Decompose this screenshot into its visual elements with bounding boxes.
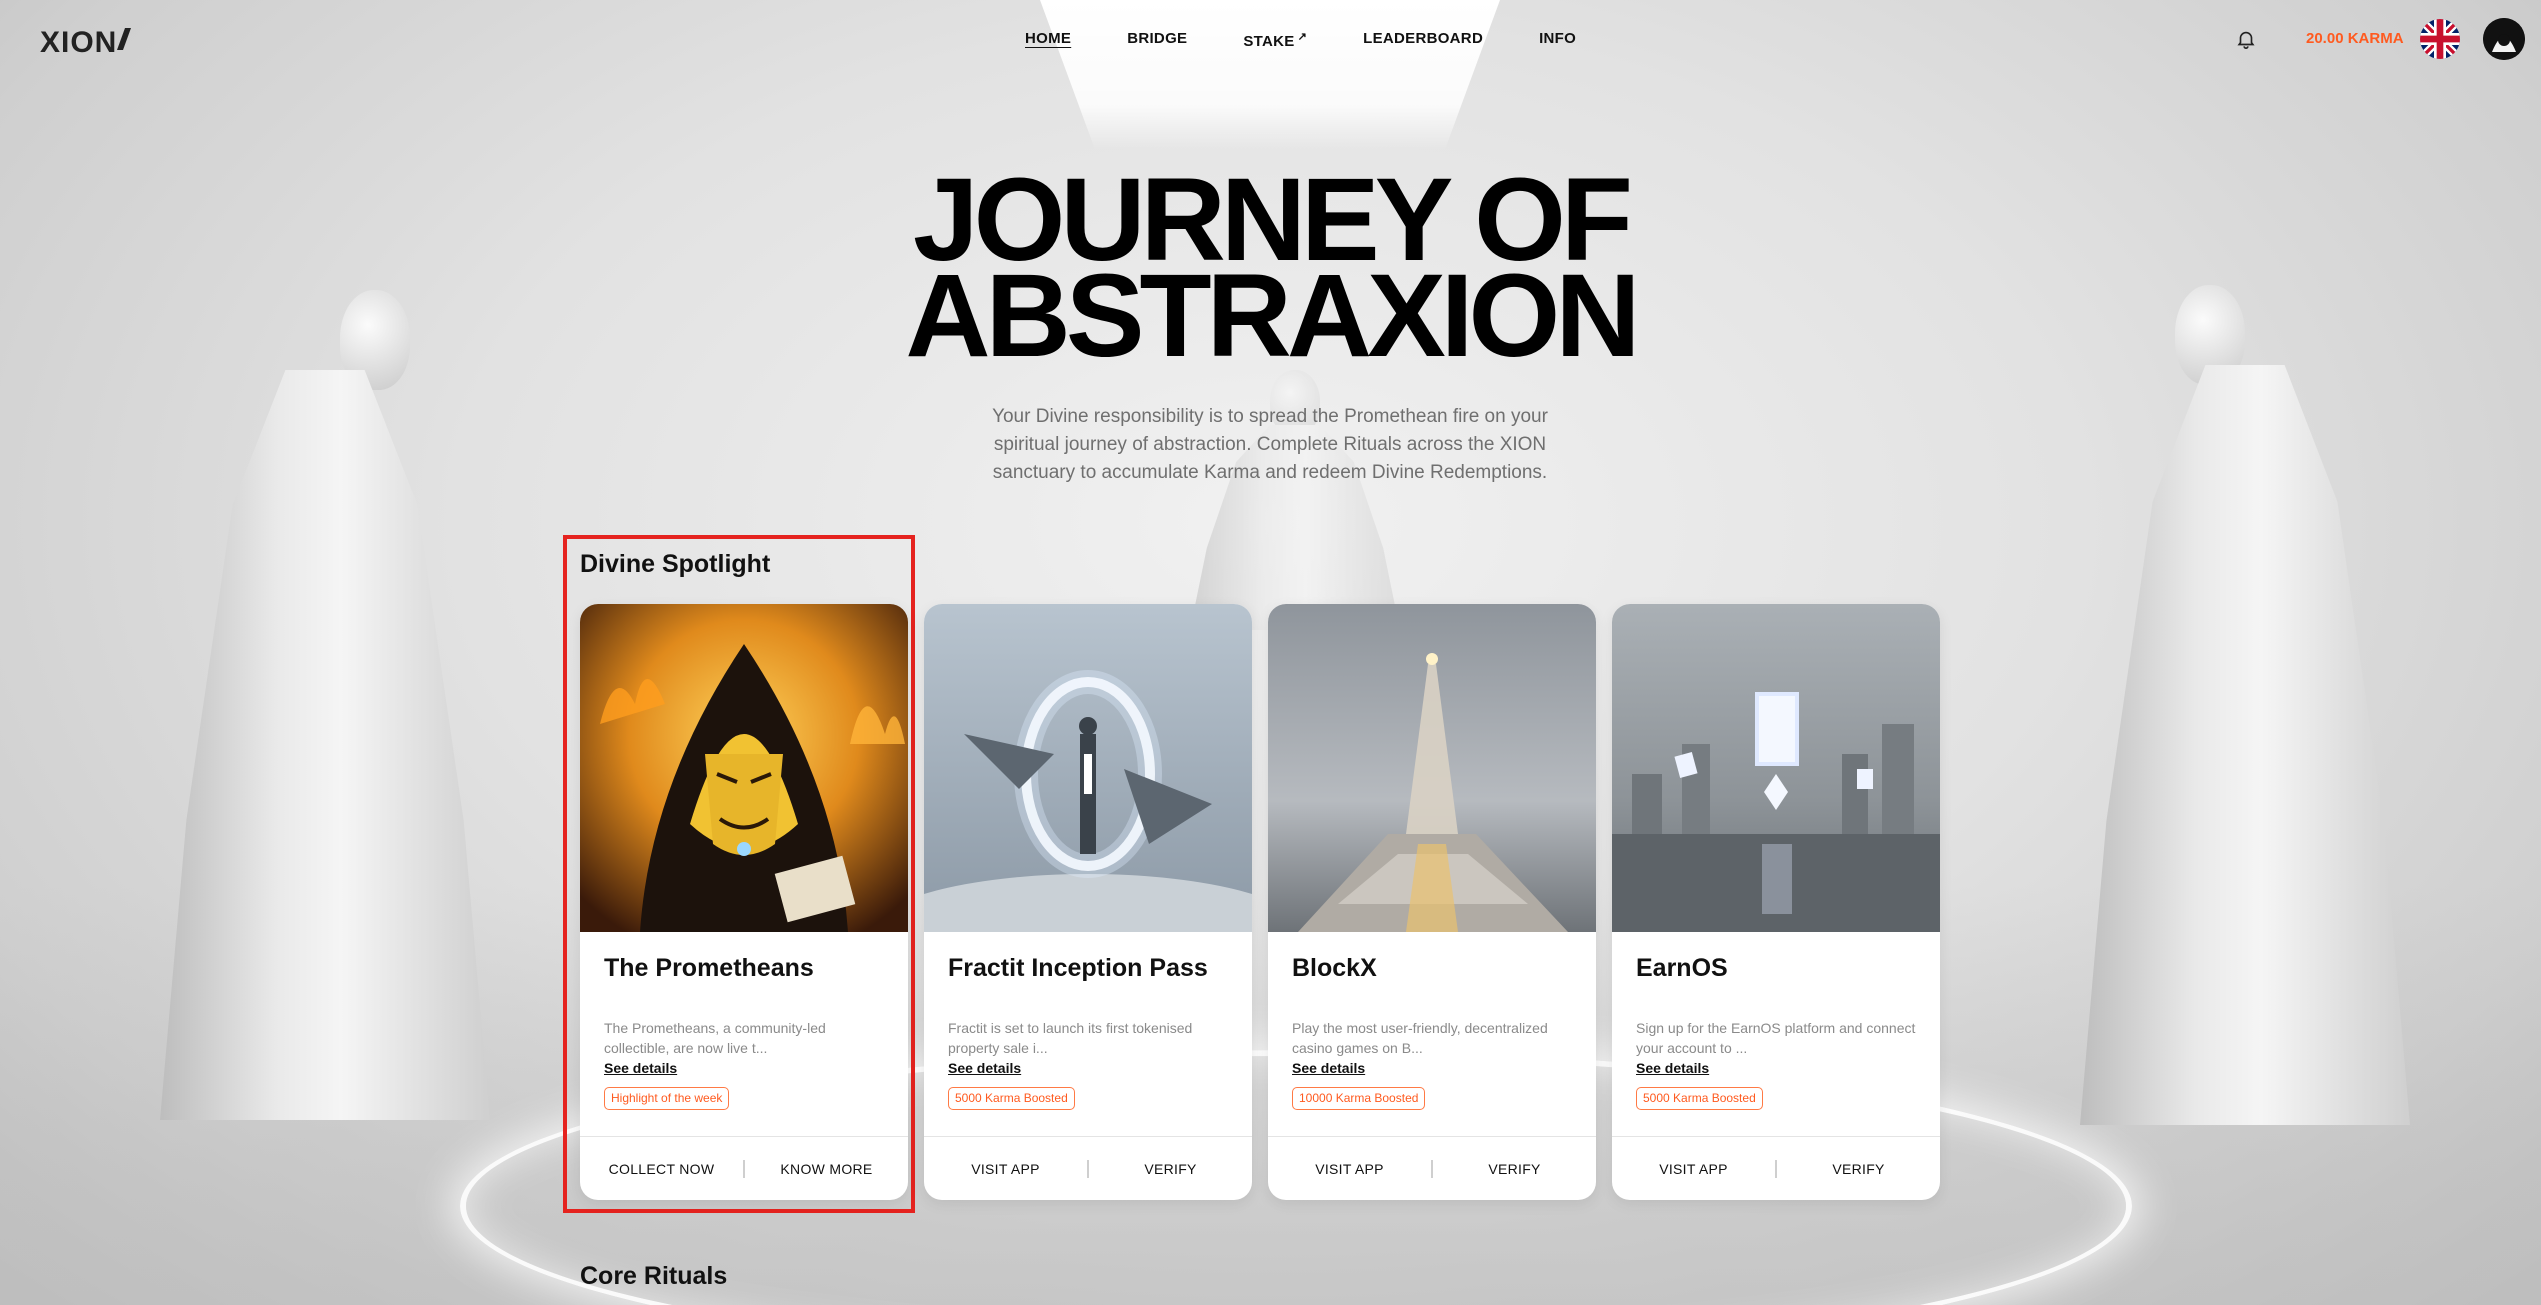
xion-logo[interactable]: XION [40, 26, 132, 60]
external-link-icon: ↗ [1297, 31, 1308, 43]
card-title: BlockX [1292, 954, 1377, 982]
see-details-link[interactable]: See details [604, 1060, 677, 1076]
spotlight-card-fractit: Fractit Inception Pass Fractit is set to… [924, 604, 1252, 1200]
card-actions: COLLECT NOW KNOW MORE [580, 1137, 908, 1200]
earnos-image[interactable] [1612, 604, 1940, 932]
visit-app-button[interactable]: VISIT APP [1612, 1137, 1775, 1200]
top-navbar: XION HOME BRIDGE STAKE ↗ LEADERBOARD INFO… [0, 0, 2541, 80]
nav-home[interactable]: HOME [1025, 30, 1071, 50]
nav-bridge[interactable]: BRIDGE [1127, 30, 1187, 50]
bell-icon[interactable] [2235, 28, 2257, 50]
know-more-button[interactable]: KNOW MORE [745, 1137, 908, 1200]
verify-button[interactable]: VERIFY [1777, 1137, 1940, 1200]
blockx-image[interactable] [1268, 604, 1596, 932]
verify-button[interactable]: VERIFY [1089, 1137, 1252, 1200]
card-description: The Prometheans, a community-led collect… [604, 1020, 826, 1056]
nav-stake-label: STAKE [1243, 33, 1295, 50]
verify-button[interactable]: VERIFY [1433, 1137, 1596, 1200]
hero-title: JOURNEY OF ABSTRAXION [0, 161, 2541, 375]
card-title: Fractit Inception Pass [948, 954, 1208, 982]
nav-leaderboard[interactable]: LEADERBOARD [1363, 30, 1483, 50]
spotlight-card-earnos: EarnOS Sign up for the EarnOS platform a… [1612, 604, 1940, 1200]
highlight-badge: Highlight of the week [604, 1087, 730, 1110]
nav-stake[interactable]: STAKE ↗ [1243, 30, 1307, 50]
right-statue [2080, 285, 2410, 1125]
karma-balance[interactable]: 20.00 KARMA [2306, 30, 2404, 47]
card-title: EarnOS [1636, 954, 1728, 982]
see-details-link[interactable]: See details [1292, 1060, 1365, 1076]
spotlight-card-prometheans: The Prometheans The Prometheans, a commu… [580, 604, 908, 1200]
prometheans-image[interactable] [580, 604, 908, 932]
main-menu: HOME BRIDGE STAKE ↗ LEADERBOARD INFO [1025, 30, 1632, 50]
avatar[interactable] [2483, 18, 2525, 60]
see-details-link[interactable]: See details [1636, 1060, 1709, 1076]
left-statue [160, 290, 490, 1120]
card-title: The Prometheans [604, 954, 814, 982]
core-rituals-title: Core Rituals [580, 1262, 728, 1290]
card-actions: VISIT APP VERIFY [1612, 1137, 1940, 1200]
collect-now-button[interactable]: COLLECT NOW [580, 1137, 743, 1200]
karma-boost-badge: 5000 Karma Boosted [1636, 1087, 1763, 1110]
card-description: Sign up for the EarnOS platform and conn… [1636, 1020, 1916, 1056]
hero-description: Your Divine responsibility is to spread … [992, 406, 1548, 483]
hero-title-line-2: ABSTRAXION [905, 250, 1640, 382]
visit-app-button[interactable]: VISIT APP [924, 1137, 1087, 1200]
card-description: Fractit is set to launch its first token… [948, 1020, 1193, 1056]
visit-app-button[interactable]: VISIT APP [1268, 1137, 1431, 1200]
nav-info[interactable]: INFO [1539, 30, 1576, 50]
card-actions: VISIT APP VERIFY [1268, 1137, 1596, 1200]
see-details-link[interactable]: See details [948, 1060, 1021, 1076]
spotlight-card-blockx: BlockX Play the most user-friendly, dece… [1268, 604, 1596, 1200]
uk-flag-icon[interactable] [2420, 19, 2460, 59]
card-actions: VISIT APP VERIFY [924, 1137, 1252, 1200]
karma-boost-badge: 10000 Karma Boosted [1292, 1087, 1426, 1110]
fractit-image[interactable] [924, 604, 1252, 932]
karma-boost-badge: 5000 Karma Boosted [948, 1087, 1075, 1110]
card-description: Play the most user-friendly, decentraliz… [1292, 1020, 1548, 1056]
